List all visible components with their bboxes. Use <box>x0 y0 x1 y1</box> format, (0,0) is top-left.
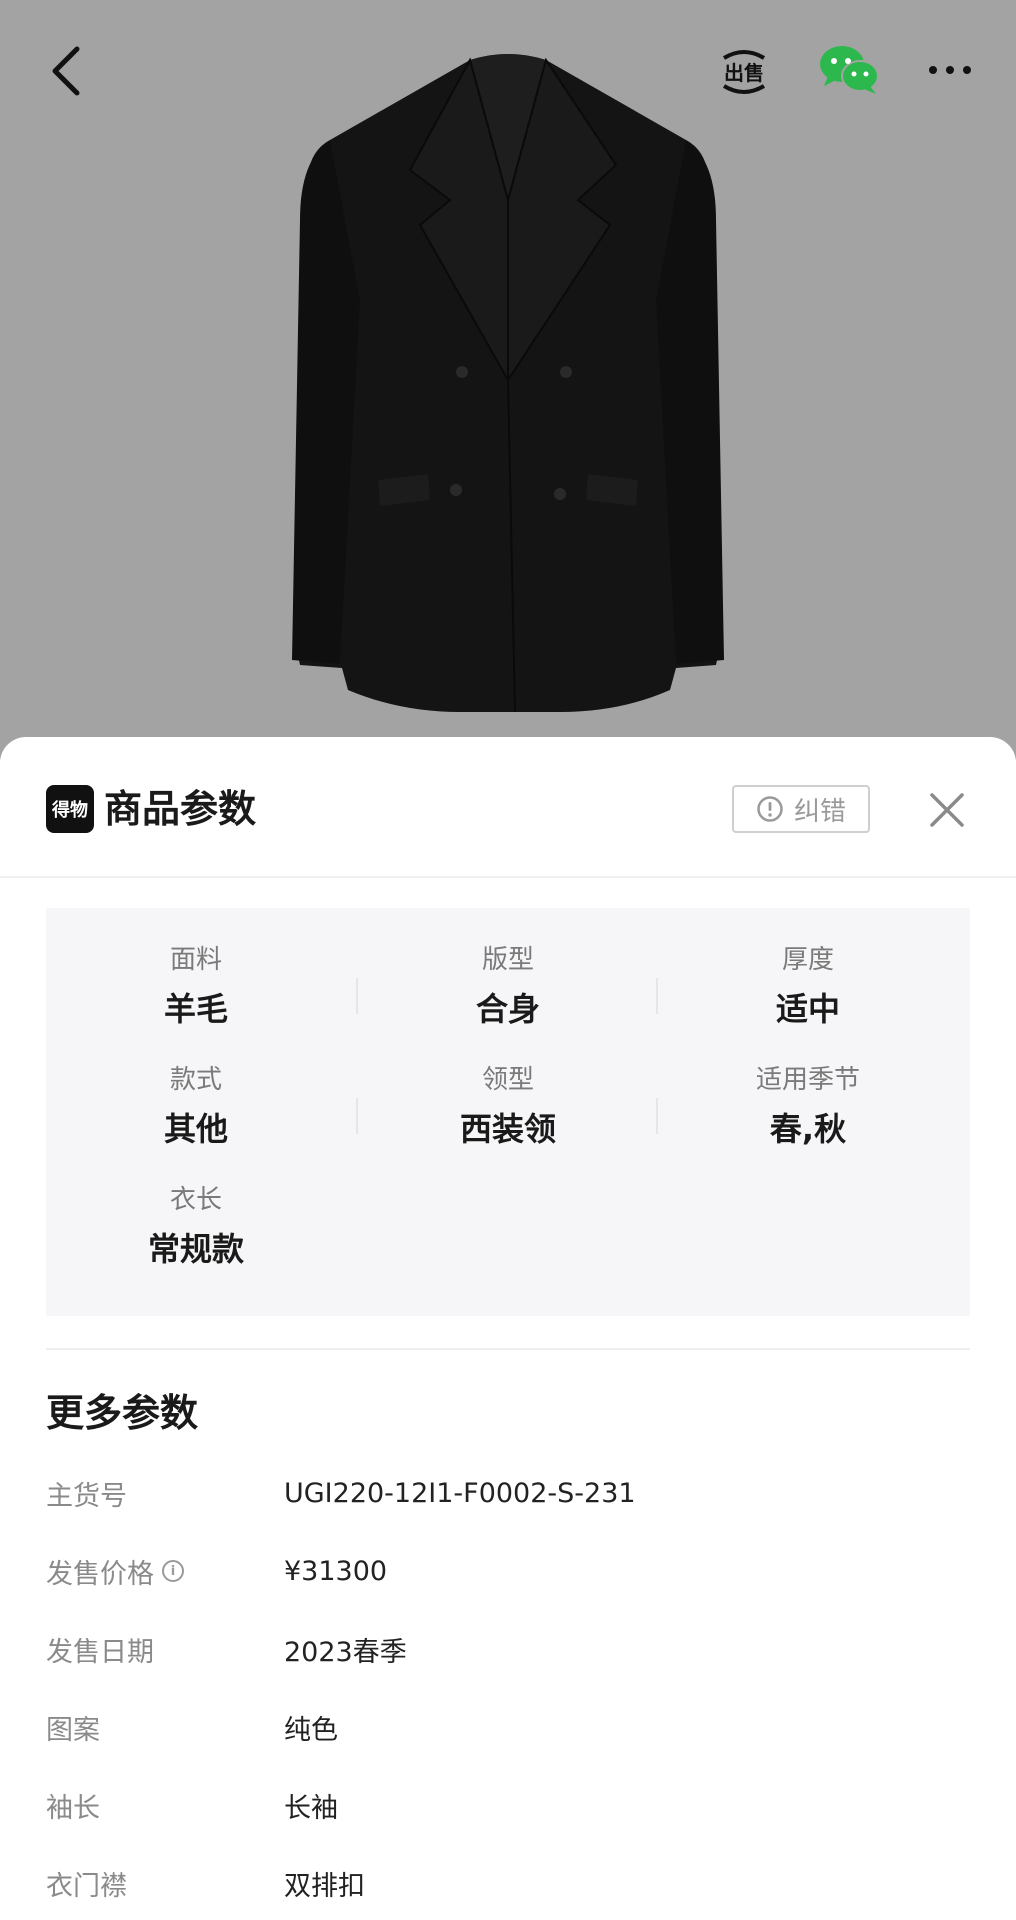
param-thickness: 厚度 适中 <box>658 942 958 1032</box>
section-divider <box>46 1348 970 1350</box>
spec-label-text: 发售价格 <box>46 1558 154 1590</box>
spec-label-text: 袖长 <box>46 1792 100 1824</box>
spec-label-text: 衣门襟 <box>46 1870 127 1902</box>
correct-label: 纠错 <box>793 796 846 827</box>
param-value: 合身 <box>475 990 540 1028</box>
key-params-panel: 面料 羊毛 版型 合身 厚度 适中 款式 其他 领型 西装领 适用季节 春,秋 <box>46 908 970 1316</box>
param-value: 西装领 <box>459 1110 556 1148</box>
sheet-header: 得物 商品参数 纠错 <box>0 737 1016 878</box>
more-params-title: 更多参数 <box>46 1391 199 1435</box>
spec-row-sleeve: 袖长 长袖 <box>46 1783 970 1827</box>
info-icon[interactable]: i <box>162 1560 184 1582</box>
sell-button[interactable]: 出售 <box>712 40 776 104</box>
back-button[interactable] <box>36 36 96 106</box>
sell-label: 出售 <box>724 61 764 85</box>
spec-value: 双排扣 <box>284 1870 365 1902</box>
spec-label-text: 主货号 <box>46 1480 127 1512</box>
logo-text: 得物 <box>52 800 88 821</box>
param-season: 适用季节 春,秋 <box>658 1062 958 1152</box>
spec-row-sku: 主货号 UGI220-12I1-F0002-S-231 <box>46 1471 970 1515</box>
spec-row-placket: 衣门襟 双排扣 <box>46 1861 970 1905</box>
param-value: 羊毛 <box>163 990 228 1028</box>
param-label: 厚度 <box>781 945 834 975</box>
spec-value: ¥31300 <box>284 1555 388 1587</box>
param-value: 常规款 <box>147 1230 244 1268</box>
param-value: 其他 <box>163 1110 228 1148</box>
product-params-sheet: 得物 商品参数 纠错 面料 羊毛 版型 合身 厚度 适中 款式 其他 领型 西装… <box>0 737 1016 1920</box>
param-style: 款式 其他 <box>46 1062 346 1152</box>
param-value: 春,秋 <box>769 1110 847 1148</box>
spec-label: 发售价格 i <box>46 1552 284 1591</box>
close-button[interactable] <box>922 785 972 835</box>
close-icon <box>930 793 964 827</box>
param-label: 适用季节 <box>755 1065 860 1095</box>
param-fabric: 面料 羊毛 <box>46 942 346 1032</box>
spec-label: 主货号 <box>46 1474 284 1513</box>
param-label: 面料 <box>169 945 222 975</box>
param-collar: 领型 西装领 <box>358 1062 658 1152</box>
param-label: 版型 <box>481 945 534 975</box>
jacket-image <box>292 54 724 713</box>
wechat-icon <box>820 46 879 94</box>
spec-value: 纯色 <box>284 1714 338 1746</box>
spec-value: 长袖 <box>284 1792 338 1824</box>
dewu-logo: 得物 <box>46 785 94 833</box>
param-length: 衣长 常规款 <box>46 1182 346 1272</box>
spec-row-release-date: 发售日期 2023春季 <box>46 1627 970 1671</box>
param-fit: 版型 合身 <box>358 942 658 1032</box>
correct-error-button[interactable]: 纠错 <box>732 785 870 833</box>
param-label: 领型 <box>481 1065 534 1095</box>
more-button[interactable] <box>920 40 980 100</box>
chevron-left-icon <box>52 46 80 96</box>
spec-label: 图案 <box>46 1708 284 1747</box>
sell-icon: 出售 <box>722 50 766 94</box>
wechat-share-button[interactable] <box>816 40 882 100</box>
param-value: 适中 <box>775 990 840 1028</box>
param-label: 衣长 <box>169 1185 222 1215</box>
param-label: 款式 <box>169 1065 222 1095</box>
spec-label-text: 图案 <box>46 1714 100 1746</box>
spec-label: 发售日期 <box>46 1630 284 1669</box>
more-dots-icon <box>929 66 971 74</box>
spec-row-price: 发售价格 i ¥31300 <box>46 1549 970 1593</box>
spec-label-text: 发售日期 <box>46 1636 154 1668</box>
spec-value: 2023春季 <box>284 1636 407 1668</box>
spec-value: UGI220-12I1-F0002-S-231 <box>284 1477 636 1509</box>
alert-circle-icon <box>757 796 783 822</box>
spec-label: 袖长 <box>46 1786 284 1825</box>
sheet-title: 商品参数 <box>104 787 257 831</box>
product-image: 出售 <box>0 0 1016 760</box>
spec-row-pattern: 图案 纯色 <box>46 1705 970 1749</box>
spec-label: 衣门襟 <box>46 1864 284 1903</box>
